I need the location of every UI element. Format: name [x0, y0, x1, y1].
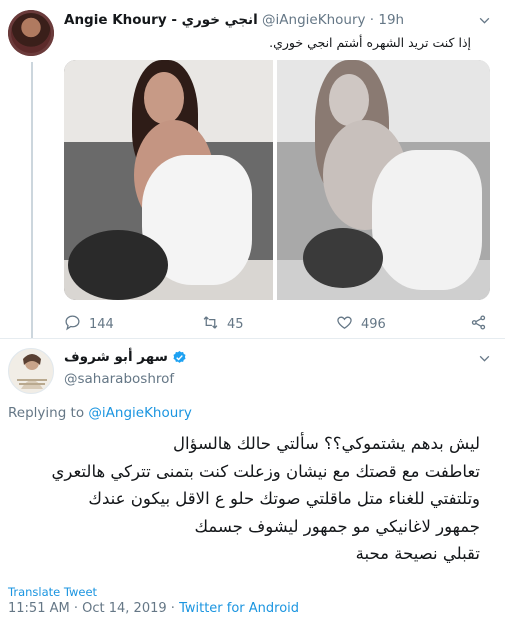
chevron-down-icon[interactable]: [478, 352, 491, 368]
retweet-icon: [202, 314, 219, 335]
tweet2-date[interactable]: Oct 14, 2019: [82, 601, 167, 616]
tweet1-action-bar: 144 45 496: [64, 314, 490, 332]
avatar-angie-khoury[interactable]: [8, 10, 54, 56]
replying-prefix: Replying to: [8, 405, 85, 421]
tweet1-display-name[interactable]: Angie Khoury - انجي خوري: [64, 12, 258, 28]
thread-connector-line: [31, 62, 33, 338]
tweet2-time[interactable]: 11:51 AM: [8, 601, 70, 616]
reply-button[interactable]: 144: [64, 314, 114, 335]
tweet2-line: تعاطفت مع قصتك مع نيشان وزعلت كنت بتمنى …: [51, 461, 480, 481]
replying-to-link[interactable]: @iAngieKhoury: [88, 405, 191, 421]
tweet2-meta: 11:51 AM · Oct 14, 2019 · Twitter for An…: [8, 601, 300, 616]
tweet2-line: ليش بدهم يشتموكي؟؟ سألتي حالك هالسؤال: [172, 434, 480, 453]
reply-count: 144: [89, 317, 114, 332]
tweet2-line: جمهور لاغانيكي مو جمهور ليشوف جسمك: [194, 516, 480, 536]
like-button[interactable]: 496: [336, 314, 386, 335]
heart-icon: [336, 314, 353, 335]
tweet2-handle[interactable]: @saharaboshrof: [64, 371, 174, 387]
tweet1-text: إذا كنت تريد الشهره أشتم انجي خوري.: [269, 35, 471, 50]
tweet1-media[interactable]: [64, 60, 490, 300]
retweet-button[interactable]: 45: [202, 314, 244, 335]
tweet2-text: ليش بدهم يشتموكي؟؟ سألتي حالك هالسؤال تع…: [8, 430, 480, 568]
replying-to: Replying to @iAngieKhoury: [8, 405, 192, 421]
share-button[interactable]: [470, 314, 487, 335]
divider: [0, 338, 505, 339]
like-count: 496: [361, 317, 386, 332]
verified-badge-icon: [173, 350, 186, 363]
tweet2-author[interactable]: سهر أبو شروف: [64, 349, 187, 365]
tweet2-line: تقبلي نصيحة محبة: [355, 544, 480, 563]
retweet-count: 45: [227, 317, 244, 332]
translate-tweet-link[interactable]: Translate Tweet: [8, 585, 97, 599]
tweet2-line: وتلتفتي للغناء متل ماقلتي صوتك حلو ع الا…: [88, 489, 480, 508]
tweet1-photo-2[interactable]: [277, 60, 490, 300]
tweet1-header: Angie Khoury - انجي خوري @iAngieKhoury ·…: [64, 12, 405, 28]
tweet1-handle[interactable]: @iAngieKhoury: [262, 12, 365, 28]
reply-icon: [64, 314, 81, 335]
tweet1-time[interactable]: 19h: [378, 12, 404, 28]
tweet1-photo-1[interactable]: [64, 60, 273, 300]
tweet2-display-name[interactable]: سهر أبو شروف: [64, 349, 168, 365]
chevron-down-icon[interactable]: [478, 14, 491, 30]
avatar-sahar-aboshrof[interactable]: [8, 348, 54, 394]
tweet2-source[interactable]: Twitter for Android: [179, 601, 299, 616]
share-icon: [470, 314, 487, 335]
